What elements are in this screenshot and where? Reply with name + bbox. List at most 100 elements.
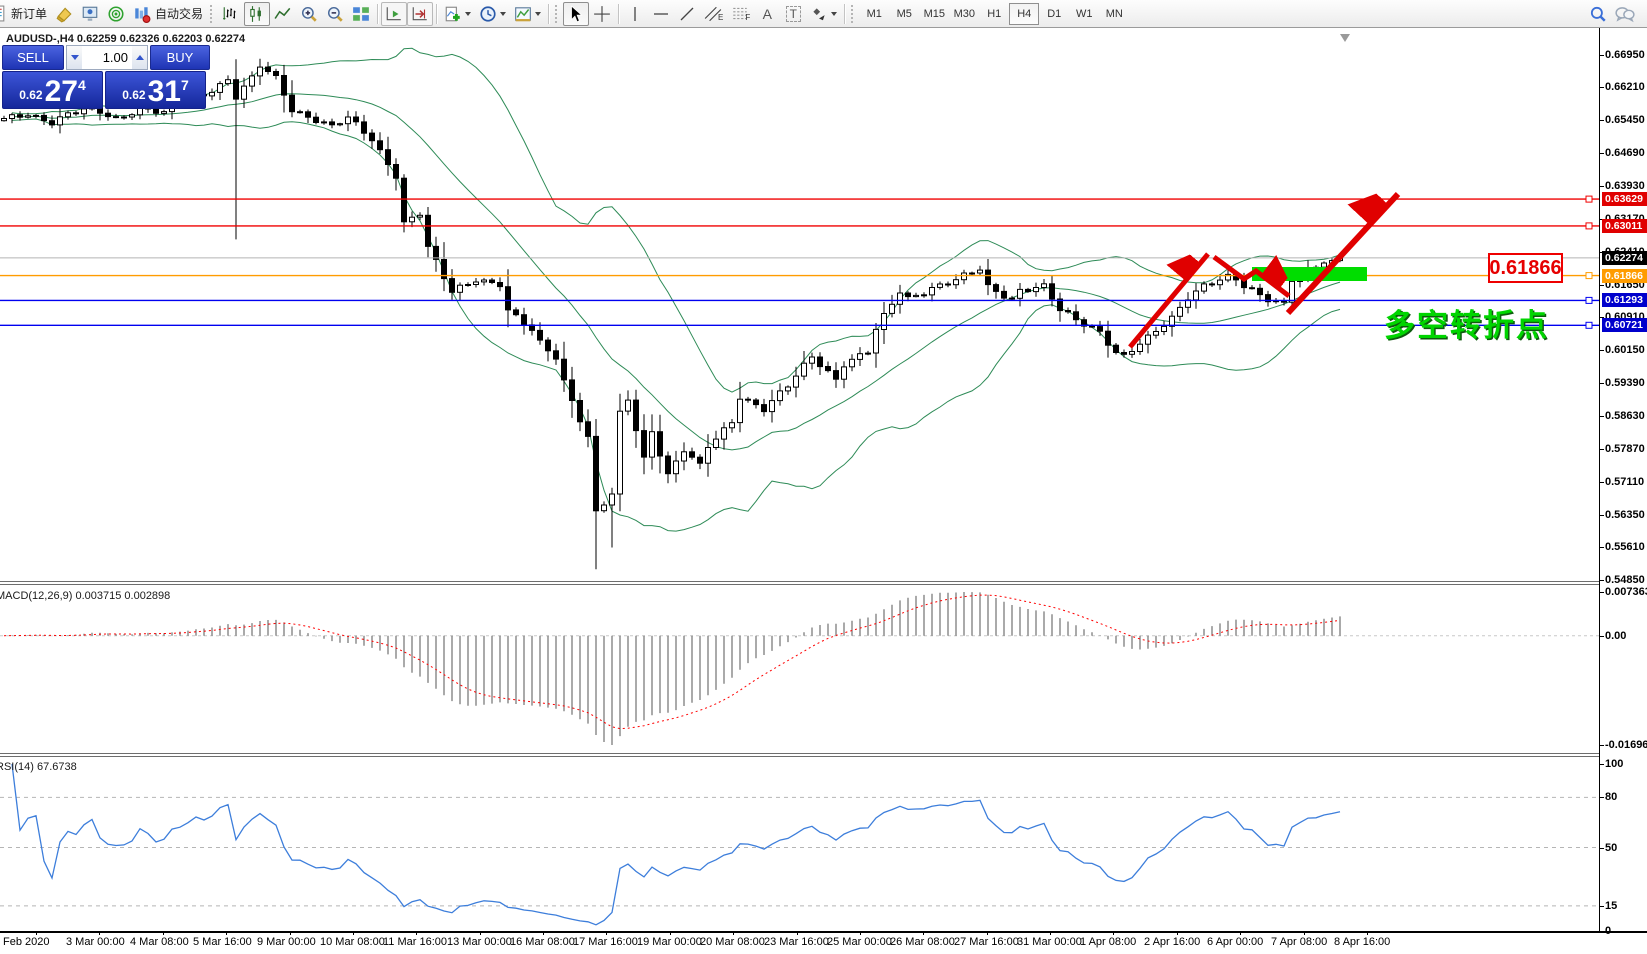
price-annotation-box[interactable]: 0.61866 <box>1488 253 1563 283</box>
time-axis[interactable]: Feb 20203 Mar 00:004 Mar 08:005 Mar 16:0… <box>0 934 1647 954</box>
hline-handle[interactable] <box>1586 223 1592 229</box>
time-label: 10 Mar 08:00 <box>320 936 385 948</box>
sell-button[interactable]: SELL <box>2 45 64 70</box>
time-tick <box>1304 931 1305 935</box>
volume-increase-button[interactable] <box>132 46 147 69</box>
sell-price-box[interactable]: 0.62 27 4 <box>2 71 103 109</box>
price-tag-0.63011: 0.63011 <box>1602 219 1647 233</box>
time-tick <box>1240 931 1241 935</box>
indicators-button[interactable] <box>440 2 475 26</box>
rsi-tick <box>1600 797 1604 798</box>
text-button[interactable]: A <box>754 2 780 26</box>
timeframe-button-h4[interactable]: H4 <box>1009 3 1039 25</box>
new-order-button[interactable]: 新订单 <box>0 2 51 26</box>
price-tick-label: 0.65450 <box>1605 114 1645 126</box>
tile-windows-button[interactable] <box>348 2 374 26</box>
periods-button[interactable] <box>475 2 510 26</box>
buy-price-prefix: 0.62 <box>122 88 145 102</box>
terminal-icon <box>81 5 99 23</box>
time-tick <box>797 931 798 935</box>
community-chat-button[interactable] <box>1611 2 1639 26</box>
hline-icon <box>653 6 669 22</box>
text-label-button[interactable]: T <box>780 2 806 26</box>
fibonacci-button[interactable]: F <box>727 2 754 26</box>
auto-trading-label: 自动交易 <box>155 5 203 22</box>
time-label: 5 Mar 16:00 <box>193 936 252 948</box>
time-tick <box>543 931 544 935</box>
zoom-out-button[interactable] <box>322 2 348 26</box>
toolbar-grip <box>851 5 856 23</box>
timeframe-button-mn[interactable]: MN <box>1099 3 1129 25</box>
buy-button[interactable]: BUY <box>150 45 210 70</box>
hline-handle[interactable] <box>1586 273 1592 279</box>
crosshair-button[interactable] <box>589 2 615 26</box>
macd-signal-line <box>4 595 1340 729</box>
price-axis[interactable]: 0.669500.662100.654500.646900.639300.631… <box>1599 28 1647 933</box>
time-tick <box>416 931 417 935</box>
signal-button[interactable] <box>103 2 129 26</box>
rsi-pane[interactable] <box>0 757 1599 931</box>
search-icon <box>1589 5 1607 23</box>
price-tick-label: 0.66210 <box>1605 81 1645 93</box>
price-tick-label: 0.58630 <box>1605 410 1645 422</box>
terminal-button[interactable] <box>77 2 103 26</box>
buy-price-box[interactable]: 0.62 31 7 <box>105 71 206 109</box>
timeframe-group: M1M5M15M30H1H4D1W1MN <box>859 3 1129 25</box>
time-tick <box>36 931 37 935</box>
hline-handle[interactable] <box>1586 297 1592 303</box>
timeframe-button-m5[interactable]: M5 <box>889 3 919 25</box>
candlestick-chart-button[interactable] <box>244 2 270 26</box>
volume-decrease-button[interactable] <box>67 46 82 69</box>
price-tick <box>1600 285 1604 286</box>
timeframe-button-h1[interactable]: H1 <box>979 3 1009 25</box>
volume-input[interactable]: 1.00 <box>82 50 132 65</box>
timeframe-button-m1[interactable]: M1 <box>859 3 889 25</box>
toolbar-separator <box>548 4 549 24</box>
shapes-button[interactable] <box>806 2 841 26</box>
timeframe-button-m30[interactable]: M30 <box>949 3 979 25</box>
macd-pane[interactable] <box>0 585 1599 753</box>
turning-point-text[interactable]: 多空转折点 <box>1384 300 1549 345</box>
text-icon: A <box>763 6 772 22</box>
main-price-pane[interactable] <box>0 28 1599 581</box>
equidistant-channel-button[interactable]: E <box>700 2 727 26</box>
triangle-down-icon <box>71 55 79 60</box>
time-label: 17 Mar 16:00 <box>573 936 638 948</box>
macd-axis-label: 0.007363 <box>1605 586 1647 598</box>
trendline-button[interactable] <box>674 2 700 26</box>
search-button[interactable] <box>1585 2 1611 26</box>
hline-handle[interactable] <box>1586 322 1592 328</box>
channel-letter: E <box>718 13 723 22</box>
time-label: 31 Mar 00:00 <box>1017 936 1082 948</box>
time-tick <box>1367 931 1368 935</box>
up-arrow-2[interactable] <box>1288 194 1398 313</box>
label-icon: T <box>786 6 801 22</box>
time-label: 23 Mar 16:00 <box>764 936 829 948</box>
templates-button[interactable] <box>510 2 545 26</box>
timeframe-button-d1[interactable]: D1 <box>1039 3 1069 25</box>
timeframe-button-w1[interactable]: W1 <box>1069 3 1099 25</box>
periods-clock-icon <box>479 5 497 23</box>
time-label: 9 Mar 00:00 <box>257 936 316 948</box>
bar-chart-button[interactable] <box>218 2 244 26</box>
time-label: 11 Mar 16:00 <box>383 936 447 948</box>
chart-shift-button[interactable] <box>407 2 433 26</box>
hline-handle[interactable] <box>1586 196 1592 202</box>
time-label: 6 Apr 00:00 <box>1207 936 1263 948</box>
chart-shift-icon <box>411 5 429 23</box>
timeframe-button-m15[interactable]: M15 <box>919 3 949 25</box>
chart-window[interactable]: AUDUSD-,H4 0.62259 0.62326 0.62203 0.622… <box>0 28 1647 954</box>
zoom-in-button[interactable] <box>296 2 322 26</box>
caret-icon <box>465 12 471 16</box>
eraser-button[interactable] <box>51 2 77 26</box>
auto-trading-button[interactable]: 自动交易 <box>129 2 207 26</box>
price-tag-0.60721: 0.60721 <box>1602 318 1647 332</box>
auto-scroll-button[interactable] <box>381 2 407 26</box>
cursor-button[interactable] <box>563 2 589 26</box>
horizontal-line-button[interactable] <box>648 2 674 26</box>
line-chart-button[interactable] <box>270 2 296 26</box>
rsi-axis-label: 15 <box>1605 900 1617 912</box>
toolbar-grip <box>555 5 560 23</box>
vertical-line-button[interactable] <box>622 2 648 26</box>
chart-shift-marker[interactable] <box>1340 34 1350 42</box>
